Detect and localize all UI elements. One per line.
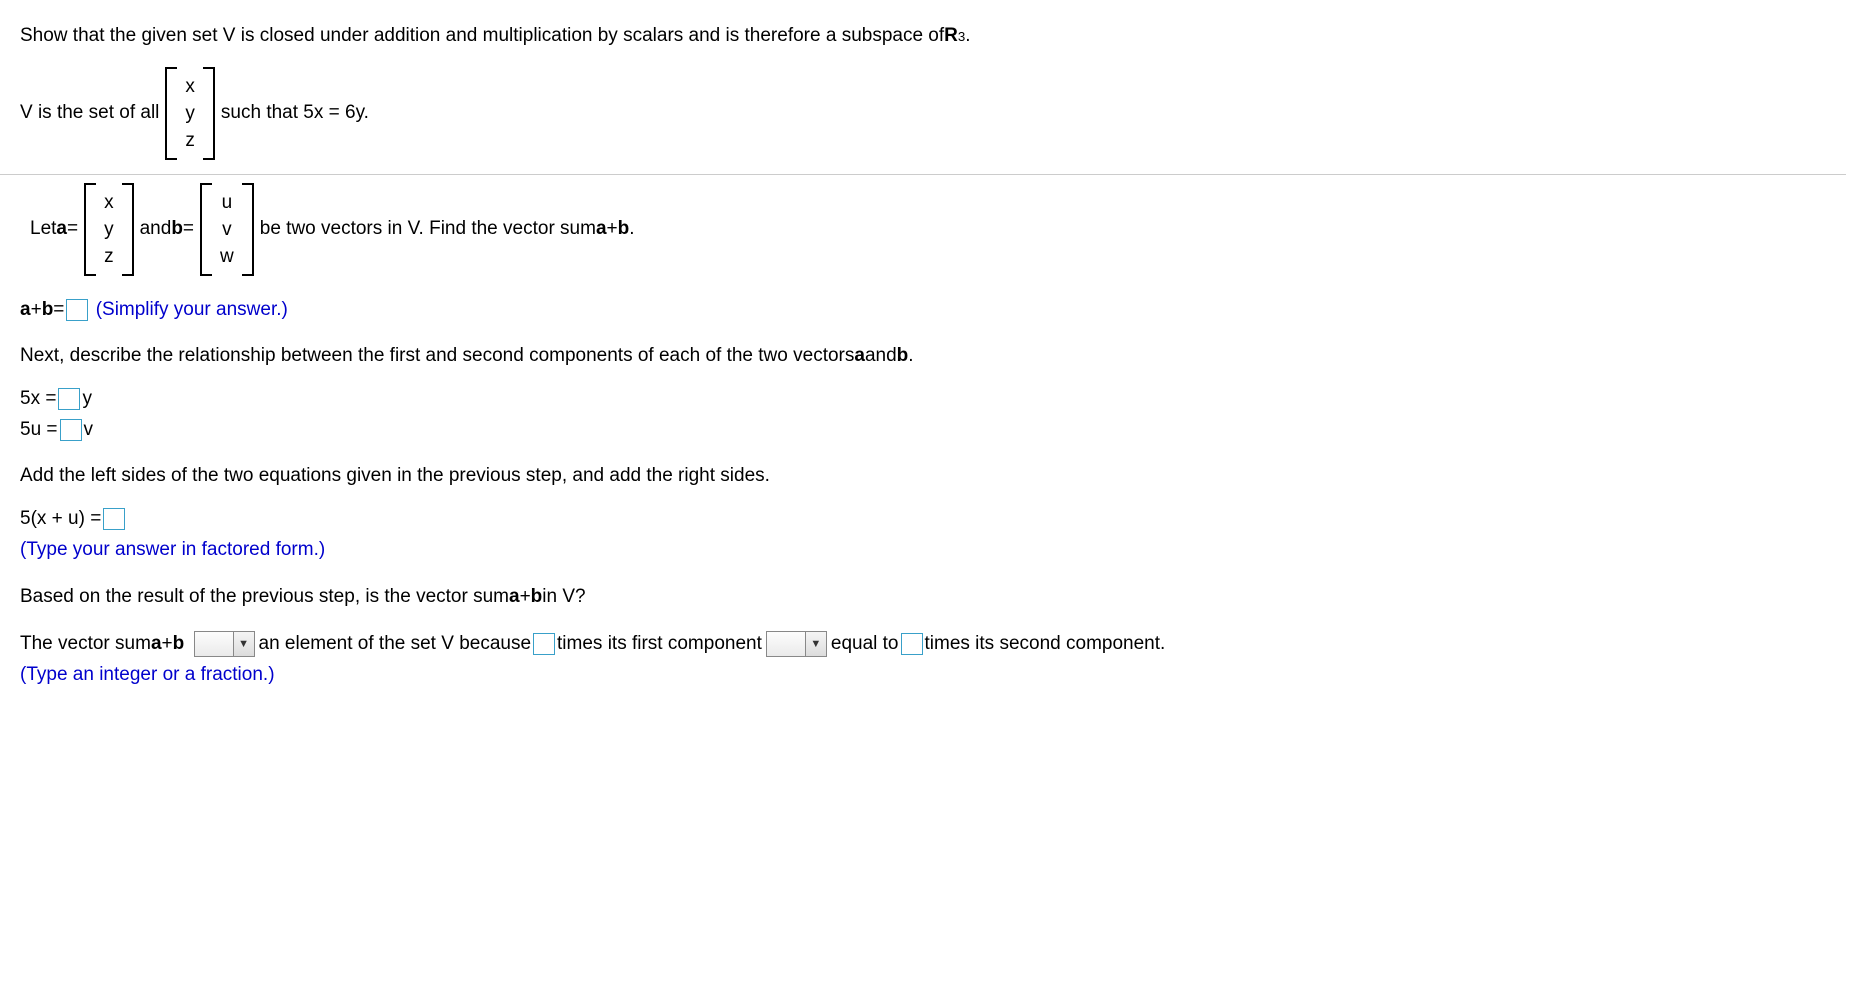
- vector-entries: x y z: [96, 183, 122, 276]
- let-b: b: [171, 217, 183, 242]
- add-sides-text: Add the left sides of the two equations …: [20, 464, 1846, 489]
- vec-entry: w: [218, 243, 236, 270]
- bracket-left-icon: [165, 67, 177, 160]
- final-pre: The vector sum: [20, 632, 151, 657]
- bracket-right-icon: [122, 183, 134, 276]
- rel-b: b: [897, 344, 909, 369]
- eq2-rhs: v: [84, 418, 94, 443]
- rel-pre: Next, describe the relationship between …: [20, 344, 854, 369]
- chevron-down-icon: ▼: [233, 632, 254, 656]
- rel-and: and: [865, 344, 897, 369]
- vector-xyz: x y z: [165, 67, 215, 160]
- let-plus: +: [607, 217, 618, 242]
- let-ab-row: Let a = x y z and b = u v w be two vecto…: [30, 183, 1846, 276]
- is-isnot-equal-dropdown[interactable]: ▼: [766, 631, 827, 657]
- vector-b: u v w: [200, 183, 254, 276]
- dropdown-value: [767, 632, 805, 656]
- vector-entries: x y z: [177, 67, 203, 160]
- bracket-left-icon: [84, 183, 96, 276]
- final-mid1: an element of the set V because: [259, 632, 532, 657]
- based-row: Based on the result of the previous step…: [20, 585, 1846, 610]
- is-isnot-dropdown[interactable]: ▼: [194, 631, 255, 657]
- v-def-post: such that 5x = 6y.: [221, 101, 369, 126]
- vec-entry: z: [183, 127, 197, 154]
- bracket-right-icon: [242, 183, 254, 276]
- sum-plus: +: [31, 298, 42, 323]
- add-text: Add the left sides of the two equations …: [20, 464, 770, 489]
- final-hint: (Type an integer or a fraction.): [20, 663, 275, 688]
- let-post-pre: be two vectors in V. Find the vector sum: [260, 217, 596, 242]
- final-a: a: [151, 632, 162, 657]
- final-plus: +: [162, 632, 173, 657]
- vec-entry: x: [183, 73, 197, 100]
- let-expr-a: a: [596, 217, 607, 242]
- dropdown-value: [195, 632, 233, 656]
- let-mid: and: [140, 217, 172, 242]
- eq1-lhs: 5x =: [20, 387, 56, 412]
- v-def-pre: V is the set of all: [20, 101, 159, 126]
- sum-b: b: [42, 298, 54, 323]
- factored-hint-row: (Type your answer in factored form.): [20, 538, 1846, 563]
- rel-a: a: [854, 344, 865, 369]
- vector-entries: u v w: [212, 183, 242, 276]
- bracket-left-icon: [200, 183, 212, 276]
- sum-a: a: [20, 298, 31, 323]
- let-eq2: =: [183, 217, 194, 242]
- chevron-down-icon: ▼: [805, 632, 826, 656]
- space-exp: 3: [958, 28, 965, 45]
- based-b: b: [531, 585, 543, 610]
- let-a: a: [56, 217, 67, 242]
- eq-5x-row: 5x = y: [20, 387, 1846, 412]
- first-component-coef-input[interactable]: [533, 633, 555, 655]
- bracket-right-icon: [203, 67, 215, 160]
- final-b: b: [173, 632, 185, 657]
- v-definition: V is the set of all x y z such that 5x =…: [20, 67, 1846, 160]
- based-post: in V?: [542, 585, 585, 610]
- problem-text: Show that the given set V is closed unde…: [20, 24, 944, 49]
- let-expr-b: b: [618, 217, 630, 242]
- vec-entry: y: [183, 100, 197, 127]
- factored-row: 5(x + u) =: [20, 507, 1846, 532]
- space-symbol: R: [944, 24, 958, 49]
- eq-5u-row: 5u = v: [20, 418, 1846, 443]
- final-sentence: The vector sum a + b ▼ an element of the…: [20, 631, 1846, 657]
- eq1-rhs: y: [82, 387, 92, 412]
- factored-input[interactable]: [103, 508, 125, 530]
- second-component-coef-input[interactable]: [901, 633, 923, 655]
- sum-row: a + b = (Simplify your answer.): [20, 298, 1846, 323]
- based-pre: Based on the result of the previous step…: [20, 585, 509, 610]
- sum-eq: =: [53, 298, 64, 323]
- let-period: .: [629, 217, 634, 242]
- based-plus: +: [520, 585, 531, 610]
- vec-entry: y: [102, 216, 116, 243]
- problem-statement: Show that the given set V is closed unde…: [20, 24, 1846, 49]
- vec-entry: x: [102, 189, 116, 216]
- sum-answer-input[interactable]: [66, 299, 88, 321]
- final-mid3: equal to: [831, 632, 899, 657]
- let-pre: Let: [30, 217, 56, 242]
- relationship-text: Next, describe the relationship between …: [20, 344, 1846, 369]
- eq2-lhs: 5u =: [20, 418, 58, 443]
- factored-hint: (Type your answer in factored form.): [20, 538, 325, 563]
- final-mid4: times its second component.: [925, 632, 1166, 657]
- vec-entry: z: [102, 243, 116, 270]
- rel-period: .: [908, 344, 913, 369]
- final-mid2: times its first component: [557, 632, 762, 657]
- final-hint-row: (Type an integer or a fraction.): [20, 663, 1846, 688]
- eq1-coef-input[interactable]: [58, 388, 80, 410]
- problem-period: .: [965, 24, 970, 49]
- let-eq1: =: [67, 217, 78, 242]
- factored-lhs: 5(x + u) =: [20, 507, 101, 532]
- vec-entry: u: [220, 189, 235, 216]
- vector-a: x y z: [84, 183, 134, 276]
- sum-hint: (Simplify your answer.): [96, 298, 288, 323]
- vec-entry: v: [220, 216, 234, 243]
- eq2-coef-input[interactable]: [60, 419, 82, 441]
- based-a: a: [509, 585, 520, 610]
